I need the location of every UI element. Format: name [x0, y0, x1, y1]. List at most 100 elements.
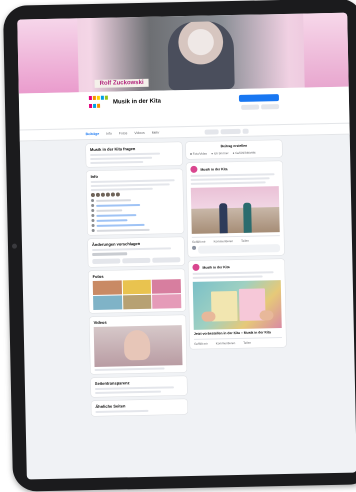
more-options-button[interactable]	[242, 128, 249, 134]
like-button[interactable]	[204, 128, 219, 135]
photo-thumbnail[interactable]	[152, 294, 182, 309]
intro-line	[90, 160, 144, 165]
photo-icon: ■	[190, 151, 192, 156]
suggestion-no-button[interactable]	[152, 257, 181, 263]
photo-thumbnail[interactable]	[93, 295, 122, 310]
photo-thumbnail[interactable]	[122, 279, 152, 295]
similar-pages-card: Ähnliche Seiten	[91, 399, 188, 417]
avatar	[192, 245, 197, 250]
post-text	[192, 275, 264, 279]
info-icon	[91, 213, 95, 218]
post-card: Musik in der Kita Gefällt mir Kommentier…	[186, 161, 285, 257]
tab-videos[interactable]: Videos	[134, 131, 144, 135]
info-description	[90, 187, 153, 192]
reaction-bar: Gefällt mir Kommentieren Teilen	[191, 235, 280, 244]
page-title: Musik in der Kita	[112, 98, 162, 106]
suggestions-card: Änderungen vorschlagen	[87, 237, 185, 268]
person-figure	[243, 202, 252, 233]
suggestions-line	[92, 247, 172, 252]
post-header: Musik in der Kita	[190, 164, 278, 173]
like-action[interactable]: Gefällt mir	[194, 342, 208, 346]
videos-card: Videos	[89, 315, 187, 375]
search-button[interactable]	[220, 128, 241, 134]
tab-posts[interactable]: Beiträge	[86, 132, 100, 136]
photos-card: Fotos	[88, 269, 186, 314]
create-post-title[interactable]: Beitrag erstellen	[190, 143, 278, 149]
video-caption	[94, 367, 165, 371]
video-thumbnail[interactable]	[93, 325, 183, 367]
suggestions-item[interactable]	[92, 252, 128, 257]
comment-action[interactable]: Kommentieren	[214, 239, 234, 243]
photos-title: Fotos	[92, 273, 104, 280]
intro-line	[90, 152, 161, 157]
photo-thumbnail[interactable]	[122, 294, 152, 310]
info-description	[90, 179, 175, 184]
cover-portrait	[167, 21, 235, 91]
info-row	[91, 212, 179, 218]
composer-actions: ■ Foto/Video ● Ich bin hier ● Gefühl/Akt…	[190, 150, 278, 156]
page-header: Musik in der Kita	[18, 86, 350, 131]
post-author[interactable]: Musik in der Kita	[202, 265, 229, 270]
post-image[interactable]	[190, 186, 280, 234]
info-row	[91, 197, 179, 203]
location-icon: ●	[211, 151, 214, 156]
video-person	[123, 329, 151, 361]
cover-photo[interactable]: Rolf Zuckowski	[17, 12, 349, 94]
tab-photos[interactable]: Fotos	[119, 131, 128, 135]
post-author[interactable]: Musik in der Kita	[200, 167, 227, 172]
intro-title: Musik in der Kita fragen	[89, 146, 136, 153]
suggestion-buttons	[92, 257, 181, 265]
nav-actions	[204, 128, 249, 135]
videos-title: Videos	[93, 319, 107, 325]
info-icon	[91, 223, 95, 228]
avatar[interactable]	[192, 263, 200, 271]
post-image[interactable]	[192, 280, 282, 330]
post-text	[190, 177, 270, 181]
right-column: Beitrag erstellen ■ Foto/Video ● Ich bin…	[185, 140, 287, 353]
screen: Rolf Zuckowski Musik in der Kita Beiträg…	[17, 12, 356, 480]
reaction-bar: Gefällt mir Kommentieren Teilen	[193, 337, 283, 346]
suggestion-unsure-button[interactable]	[122, 257, 151, 264]
message-button[interactable]	[261, 104, 280, 110]
info-row	[91, 217, 179, 223]
suggestions-title: Änderungen vorschlagen	[91, 241, 141, 248]
avatar[interactable]	[190, 165, 198, 173]
tab-more[interactable]: Mehr	[152, 131, 160, 135]
info-row	[91, 227, 180, 233]
suggestion-yes-button[interactable]	[92, 258, 121, 265]
similar-page-item[interactable]	[95, 409, 149, 413]
info-row	[91, 222, 180, 228]
photo-thumbnail[interactable]	[152, 279, 181, 294]
info-icon	[91, 218, 95, 223]
photo-grid	[92, 279, 182, 310]
transparency-line	[94, 386, 175, 390]
tablet-frame: Rolf Zuckowski Musik in der Kita Beiträg…	[2, 0, 356, 492]
transparency-title: Seitentransparenz	[94, 380, 130, 386]
check-in-button[interactable]: ● Ich bin hier	[211, 151, 228, 155]
comment-body	[198, 244, 281, 254]
post-link-caption[interactable]: Jetzt vorbestellen in der Kita – Musik i…	[194, 330, 282, 336]
follow-button[interactable]	[238, 94, 280, 102]
info-card: Info	[86, 169, 184, 236]
photo-video-button[interactable]: ■ Foto/Video	[190, 152, 207, 156]
info-icon	[91, 228, 95, 233]
intro-line	[90, 156, 152, 161]
post-text	[190, 173, 275, 177]
share-action[interactable]: Teilen	[243, 341, 251, 345]
follower-avatars	[90, 191, 179, 198]
comment-action[interactable]: Kommentieren	[216, 341, 236, 345]
camera-icon	[11, 243, 18, 249]
hand	[259, 310, 274, 321]
like-page-button[interactable]	[241, 104, 260, 110]
like-action[interactable]: Gefällt mir	[192, 240, 206, 244]
comment	[192, 244, 281, 254]
share-action[interactable]: Teilen	[241, 239, 249, 243]
info-description	[90, 183, 170, 188]
page-logo[interactable]	[88, 95, 110, 111]
create-post-card: Beitrag erstellen ■ Foto/Video ● Ich bin…	[185, 140, 283, 160]
photo-thumbnail[interactable]	[92, 280, 122, 295]
feeling-button[interactable]: ● Gefühl/Aktivität	[233, 151, 256, 155]
hand	[201, 311, 216, 322]
info-icon	[91, 198, 95, 203]
tab-info[interactable]: Info	[106, 132, 112, 136]
